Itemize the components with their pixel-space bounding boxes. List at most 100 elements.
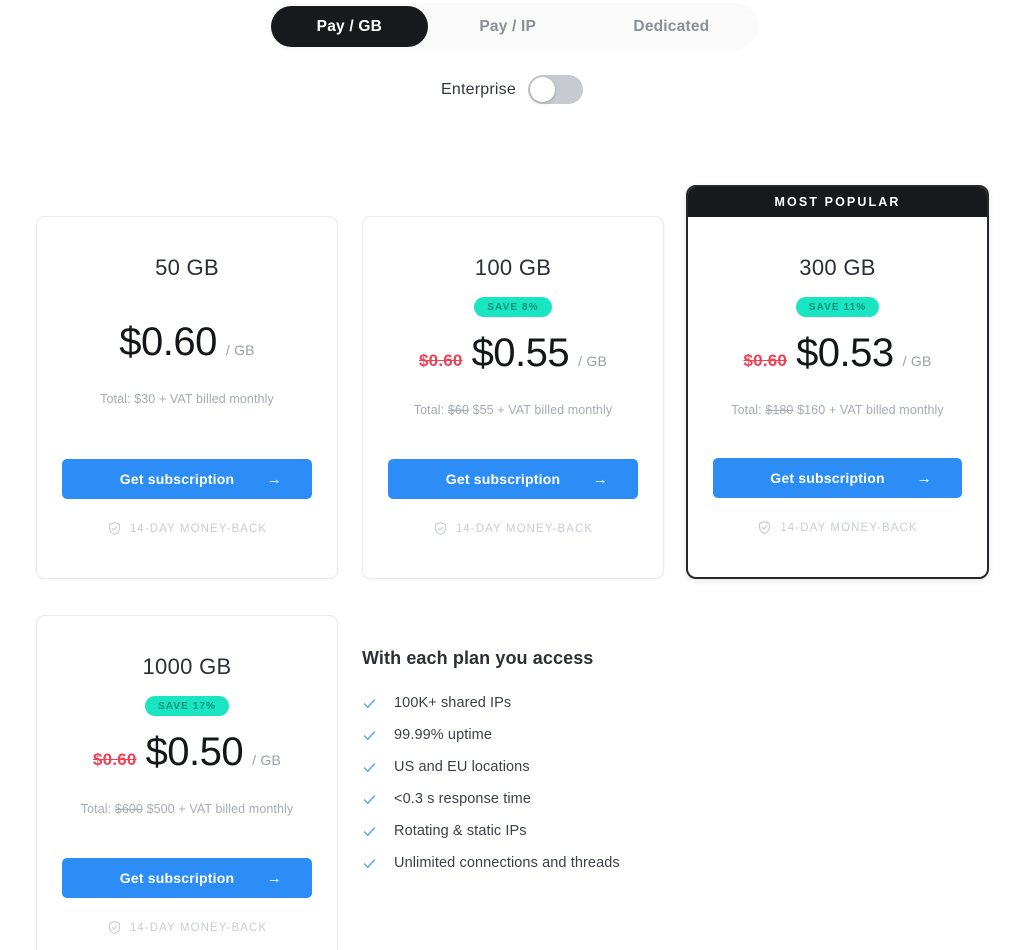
cta-label: Get subscription bbox=[119, 471, 235, 487]
tab-label: Pay / GB bbox=[316, 17, 383, 35]
total-old: $180 bbox=[765, 403, 794, 417]
feature-label: <0.3 s response time bbox=[394, 791, 532, 807]
money-back-guarantee: 14-DAY MONEY-BACK bbox=[363, 521, 663, 536]
plan-price: $0.60 bbox=[119, 320, 217, 364]
tab-label: Pay / IP bbox=[479, 17, 537, 35]
plan-price: $0.53 bbox=[796, 331, 894, 375]
total-prefix: Total: bbox=[413, 403, 445, 417]
get-subscription-button[interactable]: Get subscription → bbox=[62, 858, 312, 898]
feature-item: <0.3 s response time bbox=[362, 791, 782, 807]
total-new: $30 bbox=[134, 392, 156, 406]
tab-label: Dedicated bbox=[633, 17, 710, 35]
feature-item: 100K+ shared IPs bbox=[362, 695, 782, 711]
plan-card-100gb[interactable]: 100 GB SAVE 8% $0.60 $0.55 / GB Total: $… bbox=[362, 216, 664, 579]
feature-label: Unlimited connections and threads bbox=[394, 855, 620, 871]
shield-check-icon bbox=[757, 520, 772, 535]
check-icon bbox=[362, 824, 377, 839]
savings-badge-slot: SAVE 11% bbox=[708, 297, 967, 331]
price-row: $0.60 $0.50 / GB bbox=[57, 730, 317, 782]
get-subscription-button[interactable]: Get subscription → bbox=[62, 459, 312, 499]
feature-label: 100K+ shared IPs bbox=[394, 695, 512, 711]
toggle-knob bbox=[529, 77, 555, 102]
plan-size: 50 GB bbox=[155, 255, 219, 280]
plan-total: Total: $600 $500 + VAT billed monthly bbox=[57, 802, 317, 816]
check-icon bbox=[362, 760, 377, 775]
feature-label: Rotating & static IPs bbox=[394, 823, 527, 839]
total-suffix: + VAT billed monthly bbox=[828, 403, 944, 417]
shield-check-icon bbox=[433, 521, 448, 536]
price-unit: / GB bbox=[252, 752, 281, 768]
plan-price: $0.55 bbox=[471, 331, 570, 375]
money-back-guarantee: 14-DAY MONEY-BACK bbox=[688, 520, 987, 535]
money-back-guarantee: 14-DAY MONEY-BACK bbox=[37, 521, 337, 536]
plan-old-price: $0.60 bbox=[93, 750, 137, 769]
enterprise-toggle[interactable] bbox=[527, 75, 583, 104]
money-back-guarantee: 14-DAY MONEY-BACK bbox=[37, 920, 337, 935]
plan-old-price: $0.60 bbox=[743, 351, 788, 370]
check-icon bbox=[362, 728, 377, 743]
total-suffix: + VAT billed monthly bbox=[178, 802, 294, 816]
plan-card-1000gb[interactable]: 1000 GB SAVE 17% $0.60 $0.50 / GB Total:… bbox=[36, 615, 338, 950]
features-title: With each plan you access bbox=[362, 648, 594, 668]
check-icon bbox=[362, 696, 377, 711]
price-row: $0.60 $0.53 / GB bbox=[708, 331, 967, 383]
feature-item: US and EU locations bbox=[362, 759, 782, 775]
guarantee-label: 14-DAY MONEY-BACK bbox=[455, 522, 594, 535]
total-suffix: + VAT billed monthly bbox=[497, 403, 613, 417]
price-unit: / GB bbox=[902, 353, 932, 369]
tab-pay-per-gb[interactable]: Pay / GB bbox=[271, 6, 428, 47]
tab-dedicated[interactable]: Dedicated bbox=[588, 6, 755, 47]
arrow-right-icon: → bbox=[266, 869, 282, 887]
enterprise-label: Enterprise bbox=[441, 80, 516, 98]
plan-size: 100 GB bbox=[474, 255, 552, 280]
total-new: $55 bbox=[472, 403, 494, 417]
feature-item: 99.99% uptime bbox=[362, 727, 782, 743]
plan-price: $0.50 bbox=[145, 730, 244, 774]
check-icon bbox=[362, 792, 377, 807]
check-icon bbox=[362, 856, 377, 871]
get-subscription-button[interactable]: Get subscription → bbox=[388, 459, 638, 499]
arrow-right-icon: → bbox=[266, 470, 282, 488]
plan-old-price: $0.60 bbox=[419, 351, 463, 370]
plan-card-300gb[interactable]: MOST POPULAR 300 GB SAVE 11% $0.60 $0.53… bbox=[686, 185, 989, 579]
shield-check-icon bbox=[107, 521, 122, 536]
tab-pay-per-ip[interactable]: Pay / IP bbox=[434, 6, 582, 47]
total-prefix: Total: bbox=[731, 403, 762, 417]
price-unit: / GB bbox=[578, 353, 607, 369]
savings-badge: SAVE 17% bbox=[144, 696, 230, 716]
total-prefix: Total: bbox=[80, 802, 112, 816]
features-panel: With each plan you access 100K+ shared I… bbox=[362, 648, 782, 871]
plan-card-50gb[interactable]: 50 GB $0.60 / GB Total: $30 + VAT billed… bbox=[36, 216, 338, 579]
guarantee-label: 14-DAY MONEY-BACK bbox=[129, 522, 268, 535]
savings-badge-slot: SAVE 8% bbox=[383, 297, 643, 331]
feature-label: US and EU locations bbox=[394, 759, 530, 775]
total-old: $600 bbox=[114, 802, 143, 816]
savings-badge: SAVE 11% bbox=[795, 297, 880, 317]
price-unit: / GB bbox=[225, 342, 255, 358]
billing-mode-tabs: Pay / GB Pay / IP Dedicated bbox=[268, 3, 758, 50]
feature-label: 99.99% uptime bbox=[394, 727, 493, 743]
plan-total: Total: $30 + VAT billed monthly bbox=[57, 392, 317, 406]
guarantee-label: 14-DAY MONEY-BACK bbox=[129, 921, 268, 934]
plan-total: Total: $60 $55 + VAT billed monthly bbox=[383, 403, 643, 417]
enterprise-toggle-row: Enterprise bbox=[0, 75, 1024, 104]
most-popular-ribbon: MOST POPULAR bbox=[688, 187, 987, 217]
total-suffix: + VAT billed monthly bbox=[158, 392, 274, 406]
total-new: $500 bbox=[146, 802, 175, 816]
cta-label: Get subscription bbox=[770, 470, 885, 486]
shield-check-icon bbox=[107, 920, 122, 935]
get-subscription-button[interactable]: Get subscription → bbox=[713, 458, 962, 498]
feature-item: Rotating & static IPs bbox=[362, 823, 782, 839]
cta-label: Get subscription bbox=[445, 471, 561, 487]
plan-size: 300 GB bbox=[799, 255, 876, 280]
savings-badge: SAVE 8% bbox=[474, 297, 552, 317]
arrow-right-icon: → bbox=[916, 469, 932, 487]
total-old: $60 bbox=[447, 403, 469, 417]
price-row: $0.60 $0.55 / GB bbox=[383, 331, 643, 383]
plan-size: 1000 GB bbox=[142, 654, 232, 679]
cta-label: Get subscription bbox=[119, 870, 235, 886]
total-prefix: Total: bbox=[100, 392, 131, 406]
savings-badge-slot: SAVE 17% bbox=[57, 696, 317, 730]
price-row: $0.60 / GB bbox=[57, 320, 317, 372]
feature-item: Unlimited connections and threads bbox=[362, 855, 782, 871]
